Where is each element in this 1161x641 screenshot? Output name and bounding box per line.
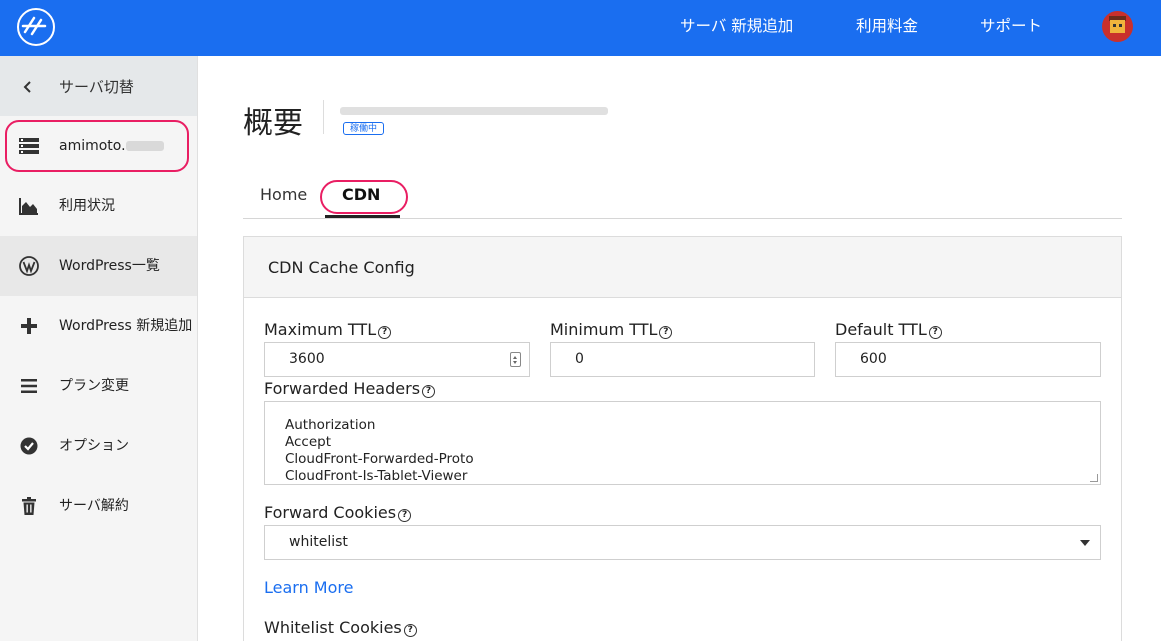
active-tab-indicator <box>325 215 400 218</box>
sidebar-item-cancel-server[interactable]: サーバ解約 <box>0 476 197 536</box>
wordpress-icon <box>19 256 39 276</box>
sidebar-item-options[interactable]: オプション <box>0 416 197 476</box>
card-title: CDN Cache Config <box>268 258 415 277</box>
resize-handle[interactable] <box>1090 474 1098 482</box>
sidebar-item-usage[interactable]: 利用状況 <box>0 176 197 236</box>
forwarded-headers-textarea[interactable]: Authorization Accept CloudFront-Forwarde… <box>264 401 1101 485</box>
forward-cookies-label: Forward Cookies? <box>264 503 412 522</box>
help-icon[interactable]: ? <box>422 385 436 398</box>
nav-add-server[interactable]: サーバ 新規追加 <box>680 0 793 56</box>
sidebar-item-plan-change[interactable]: プラン変更 <box>0 356 197 416</box>
nav-pricing[interactable]: 利用料金 <box>856 0 918 56</box>
forwarded-headers-label: Forwarded Headers? <box>264 379 436 398</box>
sidebar-item-label: 利用状況 <box>59 198 115 214</box>
chart-area-icon <box>19 198 38 215</box>
sidebar-item-label: プラン変更 <box>59 378 129 394</box>
sidebar-item-label: サーバ解約 <box>59 498 129 514</box>
help-icon[interactable]: ? <box>928 326 942 339</box>
tab-home[interactable]: Home <box>260 176 307 218</box>
menu-icon <box>21 379 37 393</box>
check-circle-icon <box>20 437 38 455</box>
sidebar-item-wordpress-add[interactable]: WordPress 新規追加 <box>0 296 197 356</box>
default-ttl-input[interactable]: 600 <box>835 342 1101 377</box>
whitelist-cookies-label: Whitelist Cookies? <box>264 618 417 637</box>
highlight-annotation <box>320 180 408 214</box>
page-title: 概要 <box>243 106 303 141</box>
default-ttl-label: Default TTL? <box>835 320 942 339</box>
learn-more-link[interactable]: Learn More <box>264 578 353 597</box>
server-switch-label: サーバ切替 <box>59 78 134 96</box>
sidebar-item-wordpress-list[interactable]: WordPress一覧 <box>0 236 197 296</box>
min-ttl-label: Minimum TTL? <box>550 320 673 339</box>
server-switch-button[interactable]: サーバ切替 <box>0 56 197 116</box>
logo-icon[interactable] <box>17 8 55 46</box>
status-badge: 稼働中 <box>343 122 385 135</box>
trash-icon <box>22 497 36 515</box>
help-icon[interactable]: ? <box>378 326 392 339</box>
help-icon[interactable]: ? <box>403 624 417 637</box>
card-header: CDN Cache Config <box>244 237 1121 298</box>
chevron-left-icon <box>23 81 31 93</box>
highlight-annotation <box>5 120 189 172</box>
sidebar-item-label: オプション <box>59 438 129 454</box>
max-ttl-label: Maximum TTL? <box>264 320 392 339</box>
min-ttl-input[interactable]: 0 <box>550 342 815 377</box>
divider <box>323 100 324 134</box>
plus-icon <box>21 318 37 334</box>
blurred-text <box>340 106 608 115</box>
forward-cookies-select[interactable]: whitelist <box>264 525 1101 560</box>
server-hostname <box>340 100 608 119</box>
avatar[interactable] <box>1102 11 1133 42</box>
help-icon[interactable]: ? <box>659 326 673 339</box>
caret-down-icon <box>1080 540 1090 546</box>
max-ttl-input[interactable]: 3600 <box>264 342 530 377</box>
number-stepper-icon[interactable] <box>510 352 521 367</box>
sidebar-item-label: WordPress一覧 <box>59 258 160 274</box>
sidebar-item-label: WordPress 新規追加 <box>59 318 193 334</box>
help-icon[interactable]: ? <box>398 509 412 522</box>
sidebar: サーバ切替 amimoto. 利用状況 WordPress一覧 WordPres… <box>0 56 198 641</box>
nav-support[interactable]: サポート <box>980 0 1042 56</box>
top-bar: サーバ 新規追加 利用料金 サポート <box>0 0 1161 56</box>
